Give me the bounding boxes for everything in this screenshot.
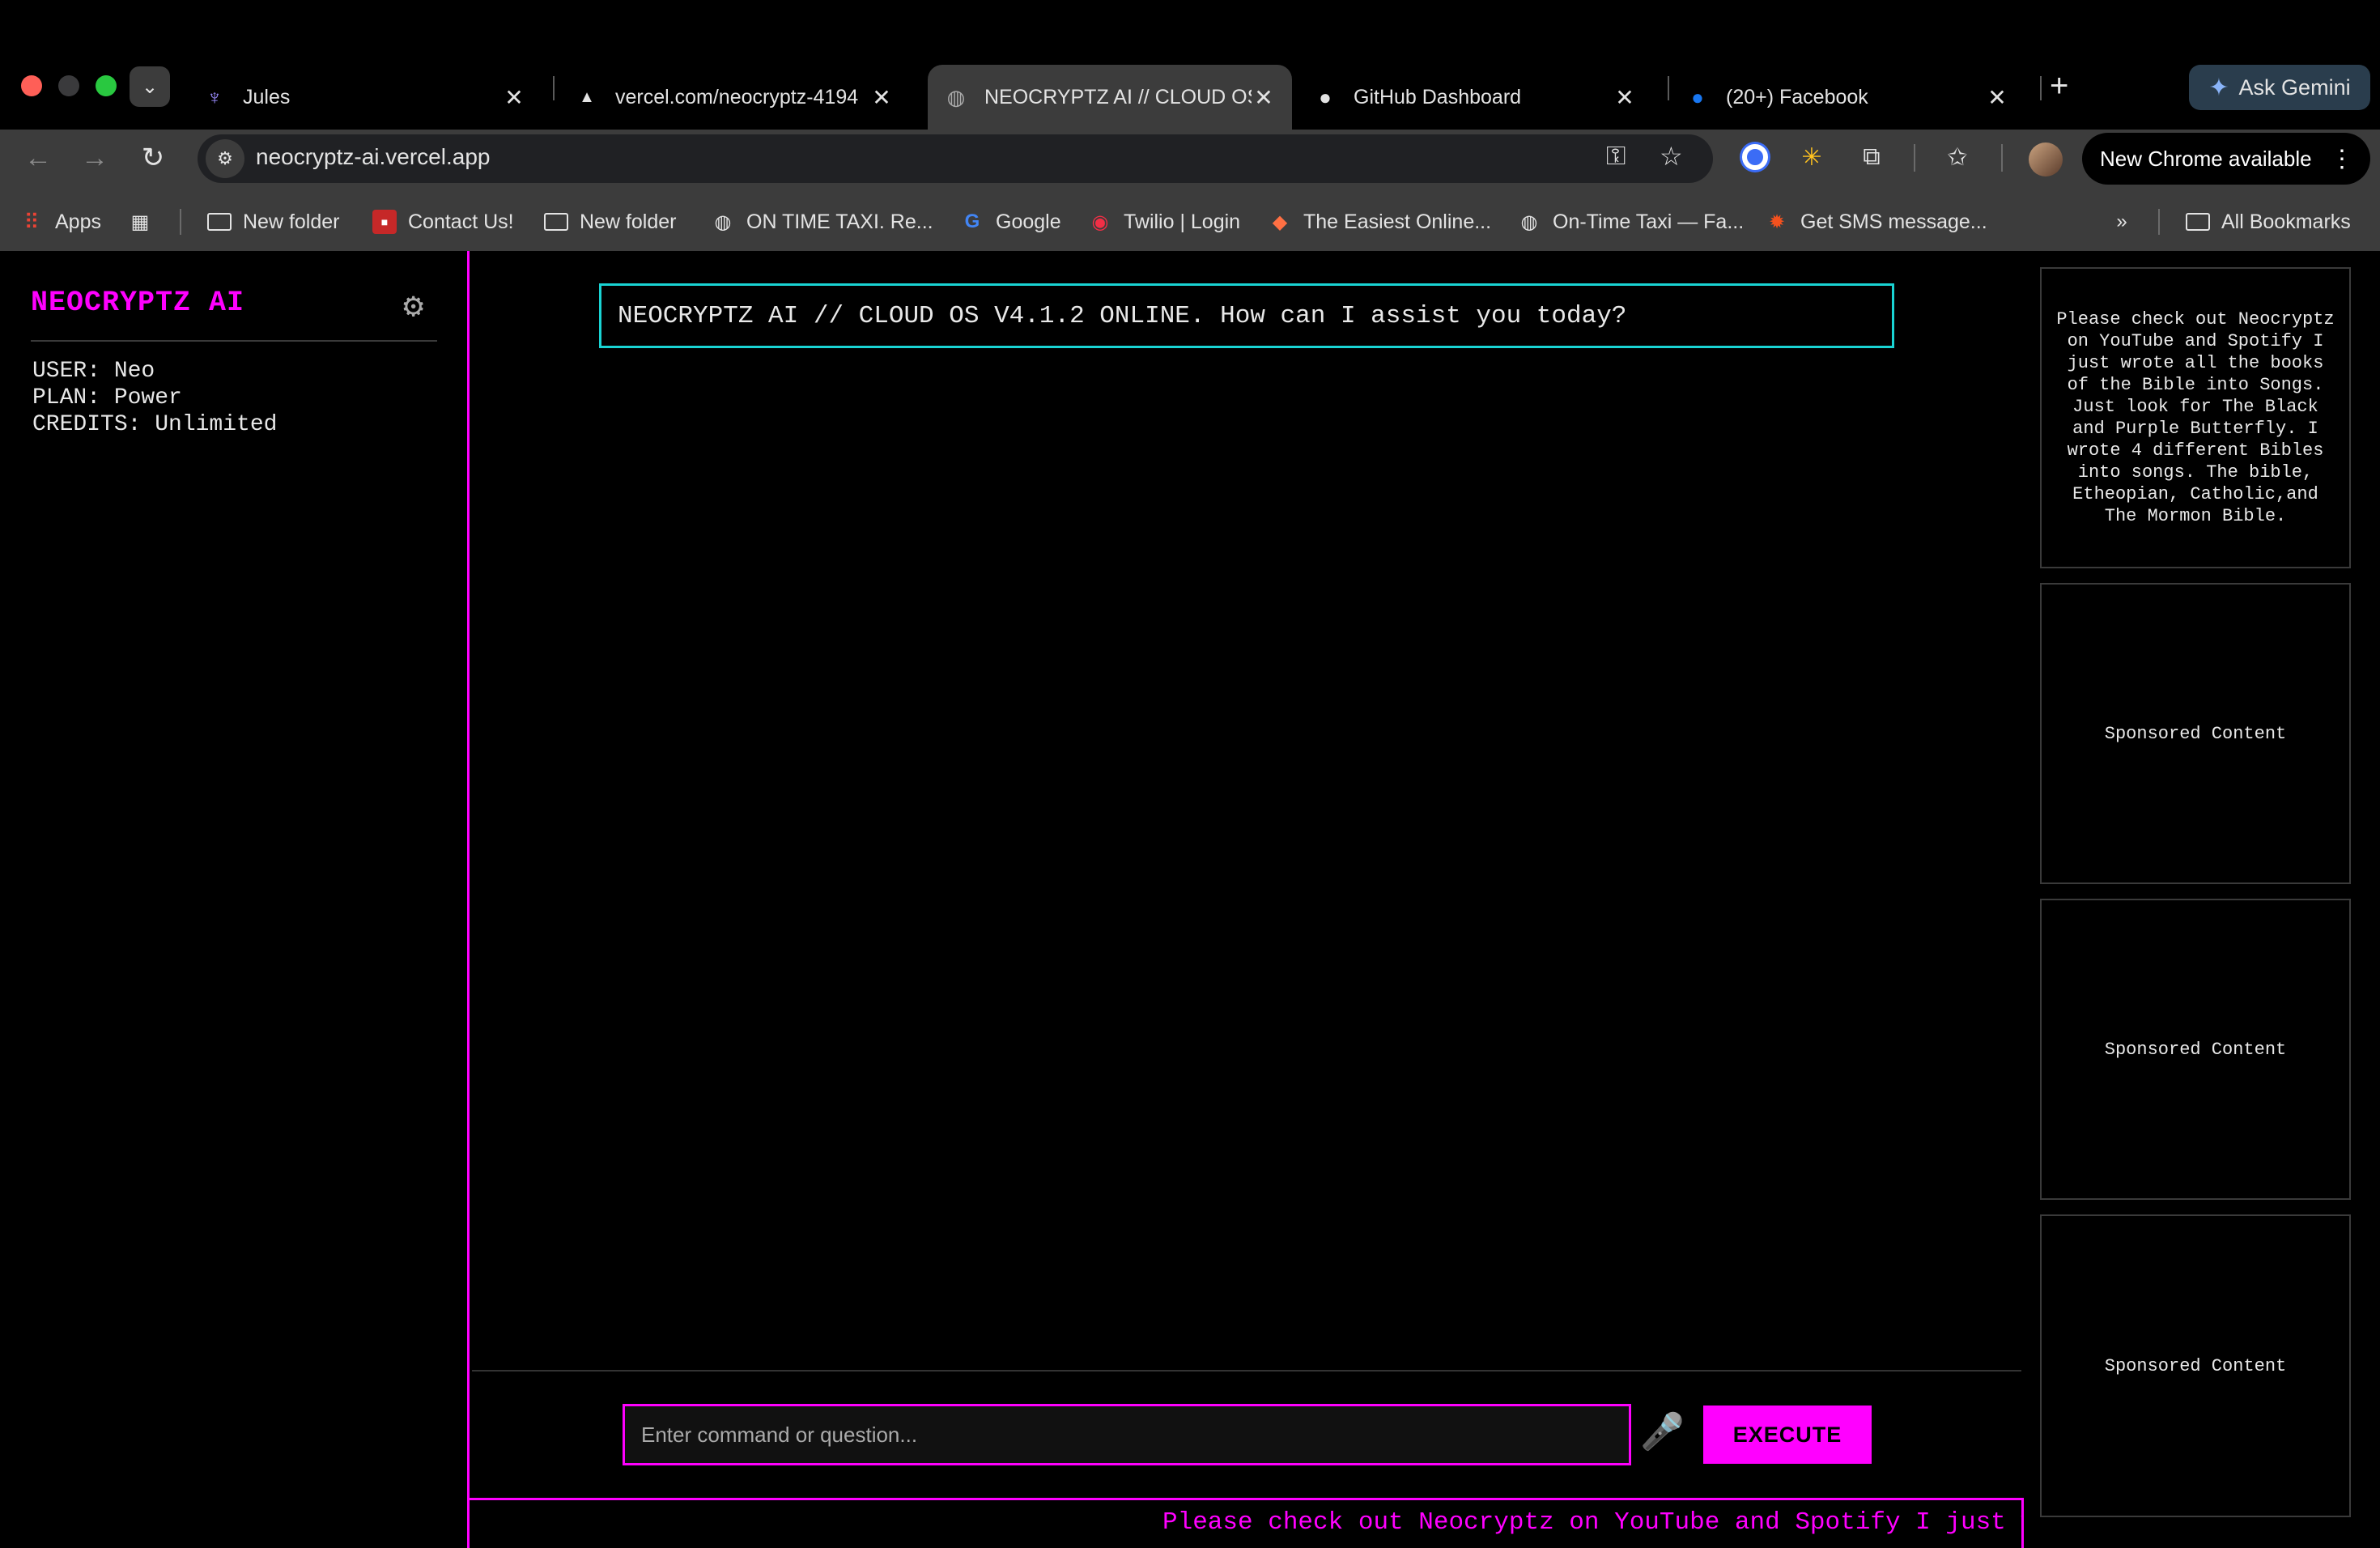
user-info: USER: Neo PLAN: Power CREDITS: Unlimited xyxy=(32,358,277,438)
vercel-triangle-icon: ▲ xyxy=(579,87,595,106)
close-tab-icon[interactable]: ✕ xyxy=(1252,84,1276,111)
gemini-sparkle-icon: ✦ xyxy=(2208,74,2229,101)
page-viewport: NEOCRYPTZ AI ⚙ USER: Neo PLAN: Power CRE… xyxy=(0,251,2380,1548)
tab-vercel[interactable]: ▲ vercel.com/neocryptz-4194 ✕ xyxy=(559,65,910,130)
maximize-window-button[interactable] xyxy=(96,75,117,96)
chevron-down-icon: ⌄ xyxy=(141,75,159,98)
twilio-icon: ◉ xyxy=(1091,211,1109,233)
grid-icon: ▦ xyxy=(130,211,150,233)
bookmark-on-time-taxi[interactable]: ◍ ON TIME TAXI. Re... xyxy=(711,206,933,238)
plus-icon: + xyxy=(2050,68,2069,104)
extension-circle-icon[interactable] xyxy=(1737,139,1773,175)
app-logo: NEOCRYPTZ AI xyxy=(31,287,245,319)
password-key-icon[interactable]: ⚿ xyxy=(1606,141,1626,172)
welcome-message: NEOCRYPTZ AI // CLOUD OS V4.1.2 ONLINE. … xyxy=(599,283,1894,348)
forward-button[interactable]: → xyxy=(74,138,115,178)
bookmark-star-icon[interactable]: ☆ xyxy=(1660,141,1683,172)
close-tab-icon[interactable]: ✕ xyxy=(869,84,894,111)
site-favicon: ◆ xyxy=(1272,211,1288,233)
profile-avatar[interactable] xyxy=(2029,142,2063,176)
tab-facebook[interactable]: ● (20+) Facebook ✕ xyxy=(1669,65,2025,130)
github-icon: ● xyxy=(1319,84,1332,109)
double-chevron-right-icon: » xyxy=(2116,211,2127,232)
reload-button[interactable]: ↻ xyxy=(133,138,173,178)
sponsored-card[interactable]: Sponsored Content xyxy=(2040,583,2351,884)
bookmark-on-time-taxi-fa[interactable]: ◍ On-Time Taxi — Fa... xyxy=(1517,206,1745,238)
new-chrome-available-button[interactable]: New Chrome available ⋮ xyxy=(2082,133,2370,185)
bookmark-new-folder-1[interactable]: New folder xyxy=(207,206,340,238)
sponsored-card[interactable]: Sponsored Content xyxy=(2040,899,2351,1200)
promo-card: Please check out Neocryptz on YouTube an… xyxy=(2040,267,2351,568)
tab-divider xyxy=(553,76,555,100)
close-tab-icon[interactable]: ✕ xyxy=(1613,84,1637,111)
minimize-window-button[interactable] xyxy=(58,75,79,96)
promo-text: Please check out Neocryptz on YouTube an… xyxy=(2056,309,2335,526)
toolbar-divider xyxy=(2001,144,2003,172)
all-bookmarks-button[interactable]: All Bookmarks xyxy=(2186,206,2351,238)
bookmark-divider xyxy=(180,209,181,235)
site-favicon: ■ xyxy=(372,210,397,234)
ask-gemini-button[interactable]: ✦ Ask Gemini xyxy=(2189,65,2370,110)
jules-octopus-icon: ♆ xyxy=(206,84,223,109)
folder-icon xyxy=(544,210,568,234)
close-tab-icon[interactable]: ✕ xyxy=(502,84,526,111)
microphone-icon[interactable]: 🎤 xyxy=(1640,1410,1685,1455)
sidebar: NEOCRYPTZ AI ⚙ USER: Neo PLAN: Power CRE… xyxy=(0,251,470,1548)
bookmark-twilio[interactable]: ◉ Twilio | Login xyxy=(1088,206,1241,238)
execute-button[interactable]: EXECUTE xyxy=(1703,1406,1872,1464)
globe-icon: ◍ xyxy=(714,211,732,233)
ticker-text: Please check out Neocryptz on YouTube an… xyxy=(1162,1508,2021,1537)
new-tab-button[interactable]: + xyxy=(2050,68,2068,104)
arrow-left-icon: ← xyxy=(24,142,52,173)
sidebar-divider xyxy=(31,340,437,342)
tab-search-button[interactable]: ⌄ xyxy=(130,66,170,107)
bookmark-easiest-online[interactable]: ◆ The Easiest Online... xyxy=(1268,206,1491,238)
apps-grid-icon: ⠿ xyxy=(23,209,40,234)
google-icon: G xyxy=(964,211,980,232)
globe-icon: ◍ xyxy=(1520,211,1538,233)
tab-groups-button[interactable]: ▦ xyxy=(128,206,164,238)
arrow-right-icon: → xyxy=(81,142,108,173)
right-column: Please check out Neocryptz on YouTube an… xyxy=(2024,251,2380,1548)
bookmark-divider xyxy=(2158,209,2160,235)
more-bookmarks-button[interactable]: » xyxy=(2110,206,2145,238)
toolbar-divider xyxy=(1914,144,1915,172)
globe-icon: ◍ xyxy=(946,84,966,109)
folder-icon xyxy=(207,210,232,234)
bookmark-contact-us[interactable]: ■ Contact Us! xyxy=(372,206,514,238)
command-input[interactable]: Enter command or question... xyxy=(623,1404,1631,1465)
sponsored-label: Sponsored Content xyxy=(2104,1039,2287,1060)
user-line: USER: Neo xyxy=(32,359,155,384)
bookmark-new-folder-2[interactable]: New folder xyxy=(544,206,677,238)
site-info-button[interactable]: ⚙ xyxy=(206,139,244,178)
chat-area: NEOCRYPTZ AI // CLOUD OS V4.1.2 ONLINE. … xyxy=(472,251,2021,1498)
close-window-button[interactable] xyxy=(21,75,42,96)
more-vert-icon: ⋮ xyxy=(2330,145,2354,172)
extensions-puzzle-icon[interactable]: ⧉ xyxy=(1854,139,1889,175)
credits-line: CREDITS: Unlimited xyxy=(32,412,278,437)
facebook-icon: ● xyxy=(1691,84,1704,109)
tune-icon: ⚙ xyxy=(217,148,233,168)
settings-gear-icon[interactable]: ⚙ xyxy=(403,285,423,327)
url-text[interactable]: neocryptz-ai.vercel.app xyxy=(256,144,490,170)
reload-icon: ↻ xyxy=(141,142,165,173)
bookmark-get-sms[interactable]: ✹ Get SMS message... xyxy=(1765,206,1987,238)
folder-icon xyxy=(2186,210,2210,234)
sponsored-label: Sponsored Content xyxy=(2104,723,2287,744)
site-favicon: ✹ xyxy=(1768,211,1786,233)
back-button[interactable]: ← xyxy=(18,138,58,178)
bookmark-google[interactable]: G Google xyxy=(960,206,1061,238)
tab-jules[interactable]: ♆ Jules ✕ xyxy=(186,65,542,130)
tab-github[interactable]: ● GitHub Dashboard ✕ xyxy=(1297,65,1653,130)
tab-divider xyxy=(2040,76,2042,100)
close-tab-icon[interactable]: ✕ xyxy=(1985,84,2009,111)
sponsored-label: Sponsored Content xyxy=(2104,1355,2287,1376)
bookmark-apps[interactable]: ⠿ Apps xyxy=(19,206,101,238)
sponsored-card[interactable]: Sponsored Content xyxy=(2040,1214,2351,1517)
walmart-spark-icon[interactable]: ✳ xyxy=(1794,139,1830,175)
bookmarks-manager-icon[interactable]: ✩ xyxy=(1940,139,1975,175)
plan-line: PLAN: Power xyxy=(32,385,182,410)
tab-neocryptz[interactable]: ◍ NEOCRYPTZ AI // CLOUD OS ✕ xyxy=(928,65,1292,130)
scrolling-ticker: Please check out Neocryptz on YouTube an… xyxy=(470,1498,2024,1548)
